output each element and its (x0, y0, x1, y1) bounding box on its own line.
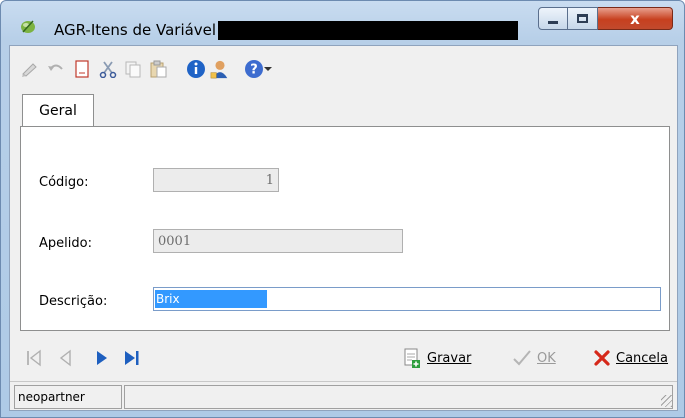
tab-geral-label: Geral (39, 102, 77, 119)
status-panel (124, 385, 673, 409)
last-record-icon[interactable] (122, 348, 142, 368)
app-leaf-icon (21, 20, 35, 33)
client-area: ? Geral Código: 1 Apelido: 0001 Descriçã… (9, 45, 678, 411)
form-panel: Código: 1 Apelido: 0001 Descrição: Brix (20, 126, 670, 331)
cancel-button[interactable]: Cancela (593, 346, 668, 370)
save-label: Gravar (427, 350, 472, 366)
descricao-label: Descrição: (39, 294, 108, 309)
previous-record-icon[interactable] (56, 348, 76, 368)
title-redacted-bar (218, 21, 518, 40)
toolbar: ? (10, 46, 677, 90)
info-icon[interactable] (186, 59, 206, 79)
apelido-field: 0001 (153, 229, 403, 253)
help-icon[interactable]: ? (244, 59, 264, 79)
minimize-icon (548, 21, 558, 24)
cancel-label: Cancela (616, 350, 669, 366)
codigo-label: Código: (39, 175, 89, 190)
codigo-value: 1 (265, 172, 274, 188)
maximize-button[interactable] (568, 7, 598, 30)
close-icon: x (630, 9, 640, 28)
cut-icon[interactable] (98, 59, 118, 79)
ok-label: OK (537, 350, 556, 366)
first-record-icon[interactable] (24, 348, 44, 368)
paste-icon[interactable] (148, 59, 168, 79)
apelido-value: 0001 (158, 233, 192, 249)
copy-icon[interactable] (123, 59, 143, 79)
maximize-icon (577, 14, 588, 23)
user-icon[interactable] (210, 59, 230, 79)
descricao-selected-text: Brix (155, 290, 267, 308)
status-bar: neopartner (10, 381, 677, 411)
minimize-button[interactable] (538, 7, 568, 30)
cancel-x-icon (594, 350, 610, 366)
undo-icon[interactable] (46, 59, 66, 79)
codigo-field: 1 (153, 168, 279, 192)
window-title: AGR-Itens de Variável (54, 21, 217, 39)
app-window: AGR-Itens de Variável x ? Geral Código: … (0, 0, 685, 418)
status-user: neopartner (14, 385, 122, 409)
save-button[interactable]: Gravar (402, 346, 471, 370)
close-button[interactable]: x (598, 7, 673, 30)
edit-icon[interactable] (20, 59, 40, 79)
new-document-icon[interactable] (72, 59, 92, 79)
dropdown-arrow-icon[interactable] (262, 59, 274, 79)
save-doc-icon (404, 348, 420, 368)
checkmark-icon (513, 350, 531, 366)
navigation-row: Gravar OK Cancela (10, 338, 677, 378)
apelido-label: Apelido: (39, 236, 92, 251)
tab-geral[interactable]: Geral (22, 94, 94, 126)
descricao-field[interactable]: Brix (153, 287, 661, 311)
next-record-icon[interactable] (92, 348, 112, 368)
resize-grip-icon[interactable] (661, 395, 673, 407)
ok-button[interactable]: OK (512, 346, 556, 370)
svg-text:?: ? (250, 63, 258, 78)
title-bar[interactable]: AGR-Itens de Variável x (1, 1, 684, 45)
